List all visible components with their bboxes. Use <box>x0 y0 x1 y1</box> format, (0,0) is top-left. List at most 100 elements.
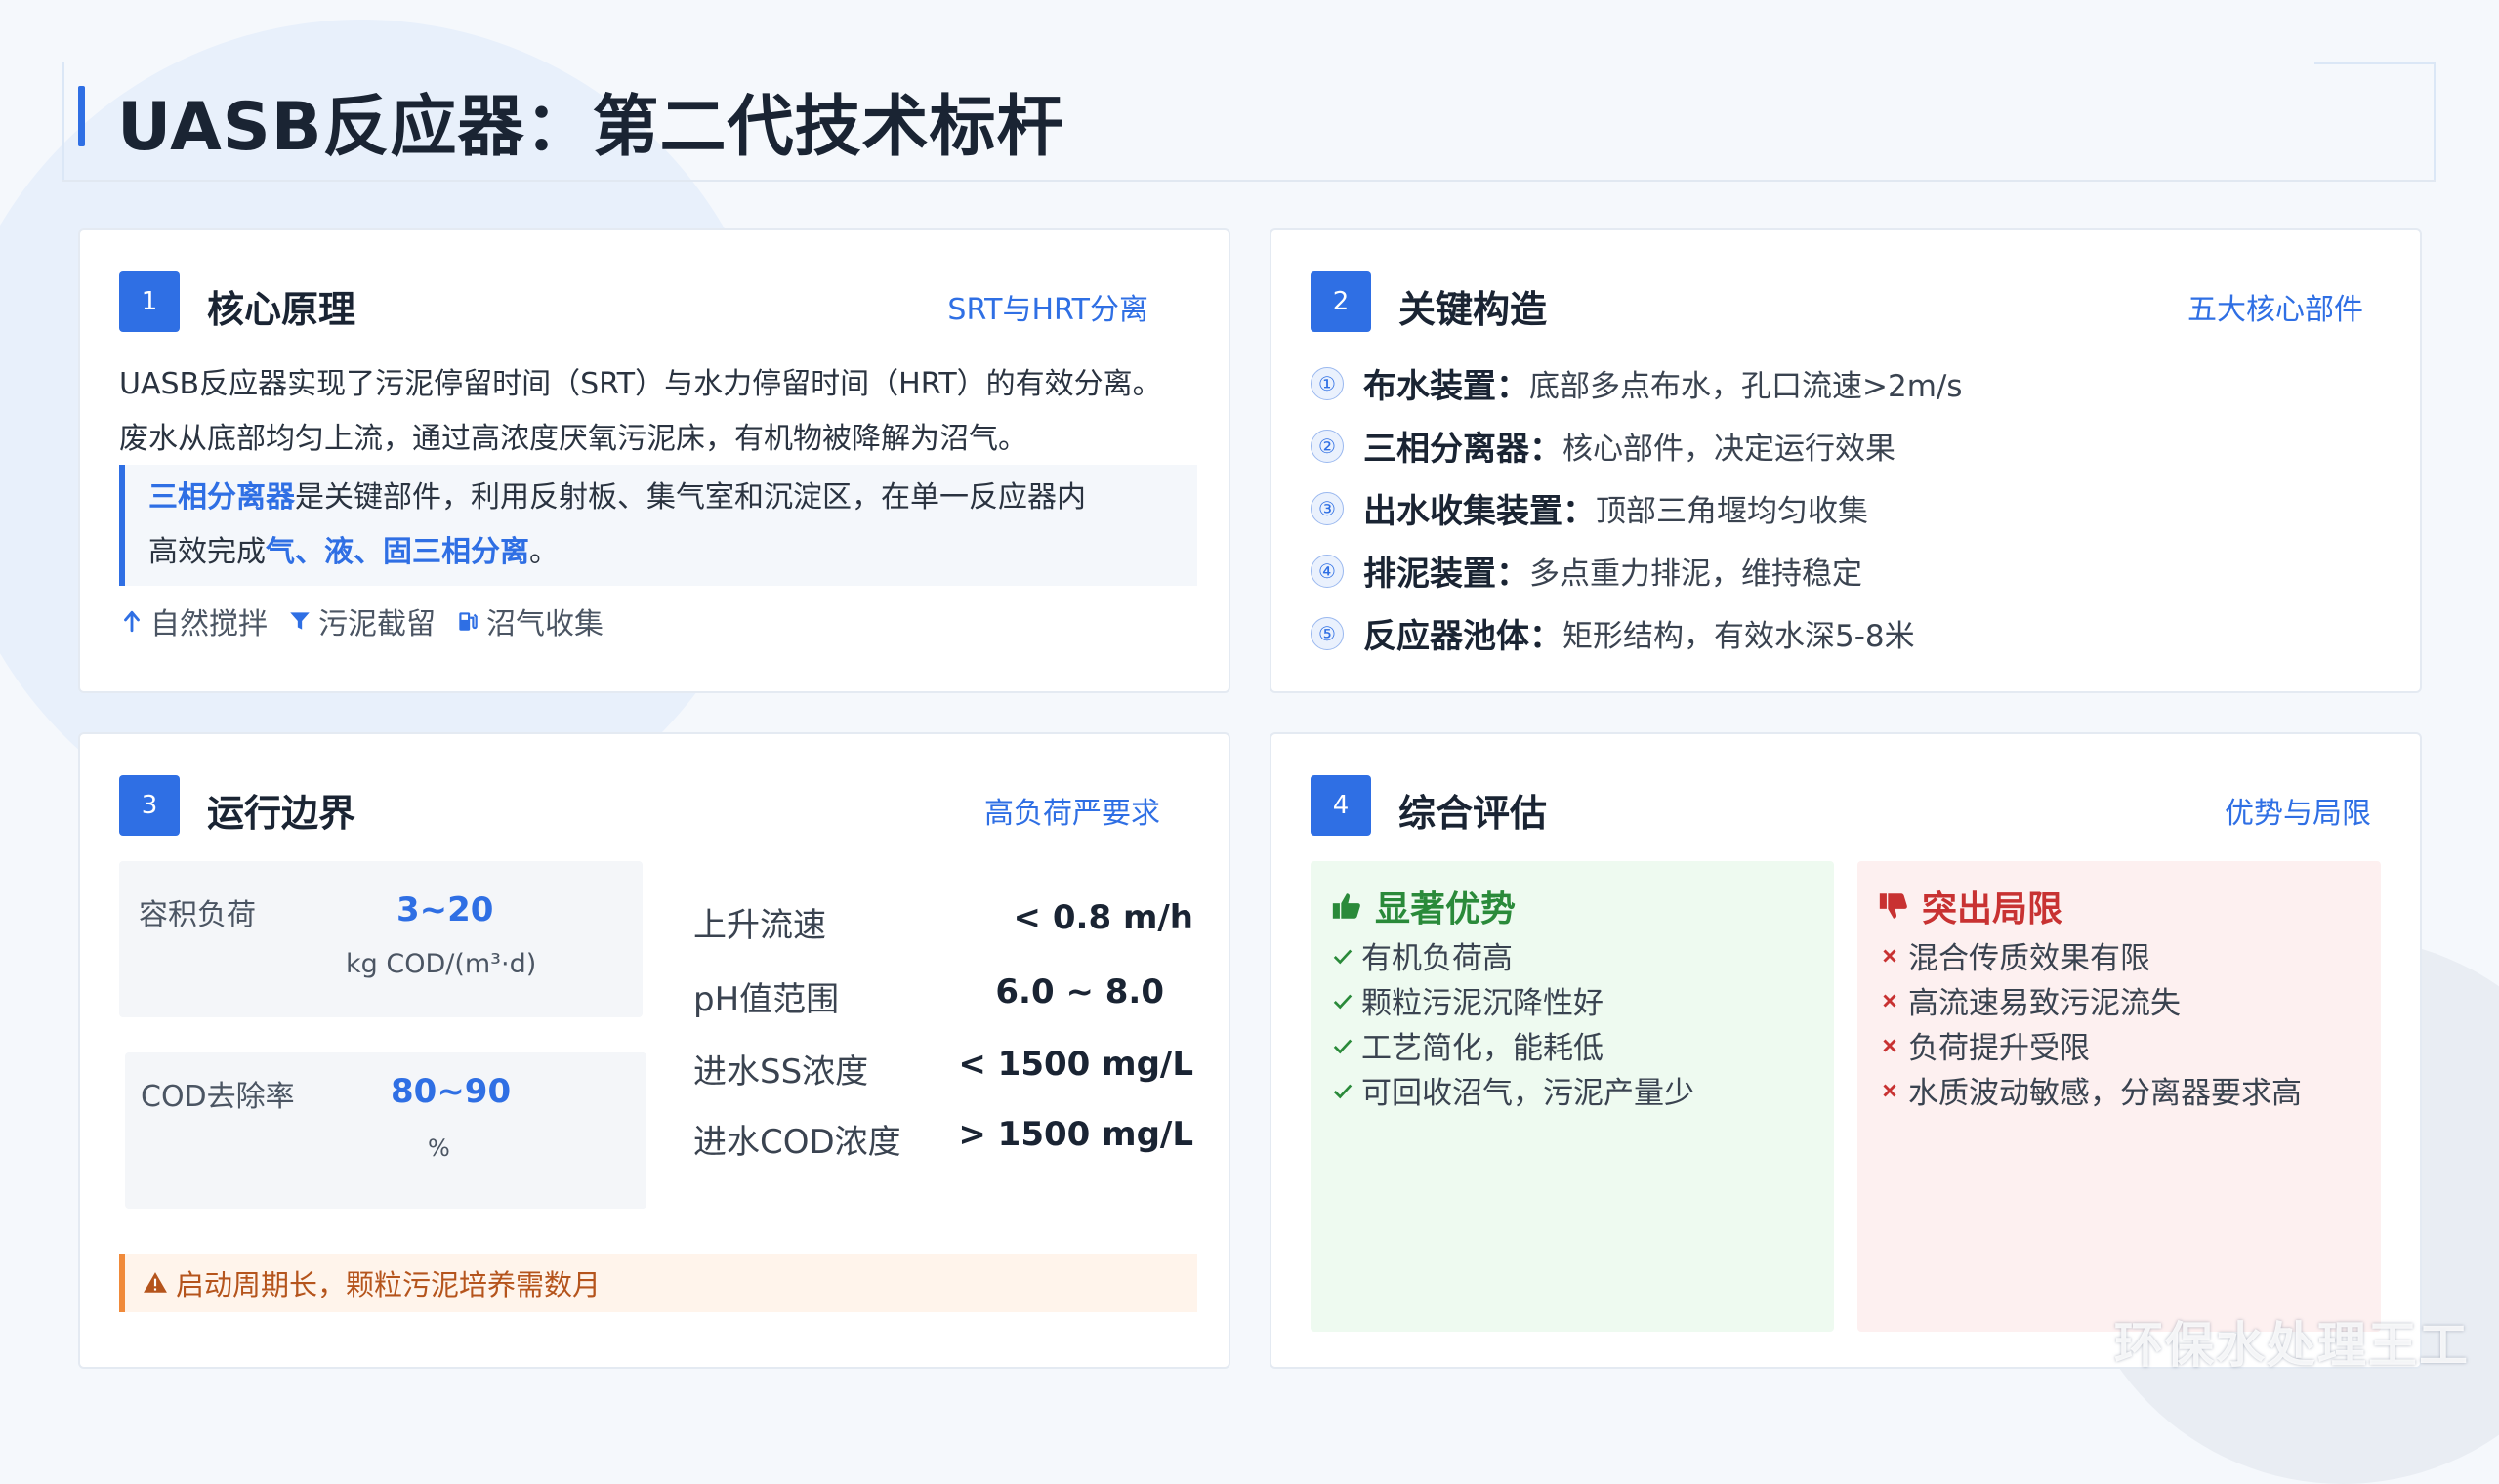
component-item: ④ 排泥装置： 多点重力排泥，维持稳定 <box>1311 547 1862 595</box>
pro-text: 颗粒污泥沉降性好 <box>1361 986 1604 1021</box>
metric-unit: kg COD/(m³·d) <box>346 949 537 979</box>
feature-row: 自然搅拌 污泥截留 沼气收集 <box>119 599 604 642</box>
component-desc: 矩形结构，有效水深5-8米 <box>1562 619 1915 654</box>
item-marker: ④ <box>1311 554 1344 588</box>
cons-title: 突出局限 <box>1877 881 2062 931</box>
component-label: 三相分离器： <box>1363 430 1562 469</box>
principle-paragraph: UASB反应器实现了污泥停留时间（SRT）与水力停留时间（HRT）的有效分离。 … <box>119 357 1232 467</box>
title-accent-bar <box>78 86 85 146</box>
item-marker: ③ <box>1311 491 1344 525</box>
card-tag: SRT与HRT分离 <box>947 293 1148 327</box>
component-desc: 顶部三角堰均匀收集 <box>1596 494 1868 529</box>
paragraph-line: UASB反应器实现了污泥停留时间（SRT）与水力停留时间（HRT）的有效分离。 <box>119 367 1162 401</box>
check-icon <box>1333 1084 1353 1098</box>
metric-label: COD去除率 <box>141 1080 295 1114</box>
filter-icon <box>290 612 310 630</box>
highlight-quote: 三相分离器是关键部件，利用反射板、集气室和沉淀区，在单一反应器内 高效完成气、液… <box>119 465 1197 586</box>
param-value: < 1500 mg/L <box>958 1045 1193 1084</box>
panel-heading: 突出局限 <box>1922 889 2063 929</box>
cross-icon <box>1883 1038 1896 1052</box>
con-text: 高流速易致污泥流失 <box>1908 986 2181 1021</box>
card-key-structure: 2 关键构造 五大核心部件 ① 布水装置： 底部多点布水，孔口流速>2m/s ②… <box>1270 228 2422 693</box>
quote-text: 。 <box>529 535 559 569</box>
quote-text: 高效完成 <box>148 535 266 569</box>
paragraph-line: 废水从底部均匀上流，通过高浓度厌氧污泥床，有机物被降解为沼气。 <box>119 422 1027 456</box>
pro-item: 有机负荷高 <box>1332 933 1513 977</box>
card-tag: 优势与局限 <box>2225 797 2371 831</box>
highlight-term: 气、液、固三相分离 <box>266 535 529 569</box>
card-title: 核心原理 <box>207 288 356 331</box>
component-desc: 底部多点布水，孔口流速>2m/s <box>1529 369 1963 404</box>
component-item: ⑤ 反应器池体： 矩形结构，有效水深5-8米 <box>1311 609 1915 657</box>
con-text: 混合传质效果有限 <box>1908 941 2150 976</box>
metric-value: 80~90 <box>391 1072 512 1111</box>
component-label: 布水装置： <box>1363 367 1529 406</box>
card-title: 综合评估 <box>1398 792 1548 835</box>
component-label: 排泥装置： <box>1363 555 1529 594</box>
metric-unit: % <box>428 1134 450 1162</box>
card-operating-limits: 3 运行边界 高负荷严要求 容积负荷 3~20 kg COD/(m³·d) CO… <box>78 732 1230 1369</box>
metric-card: 容积负荷 3~20 kg COD/(m³·d) <box>119 861 643 1017</box>
card-overall-assessment: 4 综合评估 优势与局限 显著优势 有机负荷高 颗粒污泥沉降性好 工艺简化，能耗… <box>1270 732 2422 1369</box>
param-value: 6.0 ~ 8.0 <box>995 972 1164 1011</box>
con-item: 高流速易致污泥流失 <box>1879 978 2181 1022</box>
pro-item: 颗粒污泥沉降性好 <box>1332 978 1604 1022</box>
feature-item: 沼气收集 <box>455 599 604 642</box>
item-marker: ① <box>1311 366 1344 400</box>
pro-item: 工艺简化，能耗低 <box>1332 1023 1604 1067</box>
param-name: 上升流速 <box>693 906 826 945</box>
cross-icon <box>1883 993 1896 1008</box>
watermark: 环保水处理王工 <box>2114 1317 2470 1374</box>
card-title: 运行边界 <box>207 792 356 835</box>
feature-item: 自然搅拌 <box>119 599 268 642</box>
item-marker: ② <box>1311 429 1344 463</box>
quote-line: 高效完成气、液、固三相分离。 <box>148 525 1174 580</box>
feature-label: 沼气收集 <box>486 607 604 641</box>
quote-text: 是关键部件，利用反射板、集气室和沉淀区，在单一反应器内 <box>295 480 1086 515</box>
check-icon <box>1333 949 1353 964</box>
warning-text: 启动周期长，颗粒污泥培养需数月 <box>176 1268 602 1301</box>
card-tag: 五大核心部件 <box>2187 293 2363 327</box>
param-name: 进水COD浓度 <box>693 1123 901 1162</box>
param-value: > 1500 mg/L <box>958 1115 1193 1154</box>
component-item: ③ 出水收集装置： 顶部三角堰均匀收集 <box>1311 484 1868 532</box>
cons-panel: 突出局限 混合传质效果有限 高流速易致污泥流失 负荷提升受限 水质波动敏感，分离… <box>1857 861 2381 1332</box>
component-label: 出水收集装置： <box>1363 492 1596 531</box>
component-desc: 核心部件，决定运行效果 <box>1562 432 1895 467</box>
warning-triangle-icon <box>144 1272 167 1293</box>
metric-value: 3~20 <box>396 890 494 929</box>
check-icon <box>1333 1039 1353 1053</box>
card-number-badge: 2 <box>1311 271 1371 332</box>
param-name: 进水SS浓度 <box>693 1052 869 1092</box>
page-title: UASB反应器：第二代技术标杆 <box>117 89 1064 166</box>
highlight-term: 三相分离器 <box>148 480 295 515</box>
cross-icon <box>1883 948 1896 963</box>
pro-text: 工艺简化，能耗低 <box>1361 1031 1604 1066</box>
thumbs-down-icon <box>1879 893 1907 919</box>
panel-heading: 显著优势 <box>1375 889 1517 929</box>
check-icon <box>1333 994 1353 1009</box>
card-core-principle: 1 核心原理 SRT与HRT分离 UASB反应器实现了污泥停留时间（SRT）与水… <box>78 228 1230 693</box>
component-item: ② 三相分离器： 核心部件，决定运行效果 <box>1311 422 1895 470</box>
item-marker: ⑤ <box>1311 616 1344 650</box>
feature-label: 自然搅拌 <box>150 607 268 641</box>
con-item: 水质波动敏感，分离器要求高 <box>1879 1068 2302 1112</box>
pro-text: 可回收沼气，污泥产量少 <box>1361 1076 1694 1111</box>
quote-line: 三相分离器是关键部件，利用反射板、集气室和沉淀区，在单一反应器内 <box>148 471 1174 525</box>
thumbs-up-icon <box>1332 893 1360 919</box>
component-desc: 多点重力排泥，维持稳定 <box>1529 556 1862 592</box>
card-number-badge: 1 <box>119 271 180 332</box>
card-tag: 高负荷严要求 <box>984 797 1160 831</box>
cross-icon <box>1883 1083 1896 1097</box>
component-item: ① 布水装置： 底部多点布水，孔口流速>2m/s <box>1311 359 1963 407</box>
param-value: < 0.8 m/h <box>1013 898 1193 937</box>
metric-card: COD去除率 80~90 % <box>125 1052 646 1209</box>
pro-text: 有机负荷高 <box>1361 941 1513 976</box>
param-name: pH值范围 <box>693 980 840 1019</box>
con-item: 混合传质效果有限 <box>1879 933 2150 977</box>
con-text: 负荷提升受限 <box>1908 1031 2090 1066</box>
warning-banner: 启动周期长，颗粒污泥培养需数月 <box>119 1254 1197 1312</box>
feature-item: 污泥截留 <box>287 599 436 642</box>
card-number-badge: 4 <box>1311 775 1371 836</box>
pro-item: 可回收沼气，污泥产量少 <box>1332 1068 1694 1112</box>
